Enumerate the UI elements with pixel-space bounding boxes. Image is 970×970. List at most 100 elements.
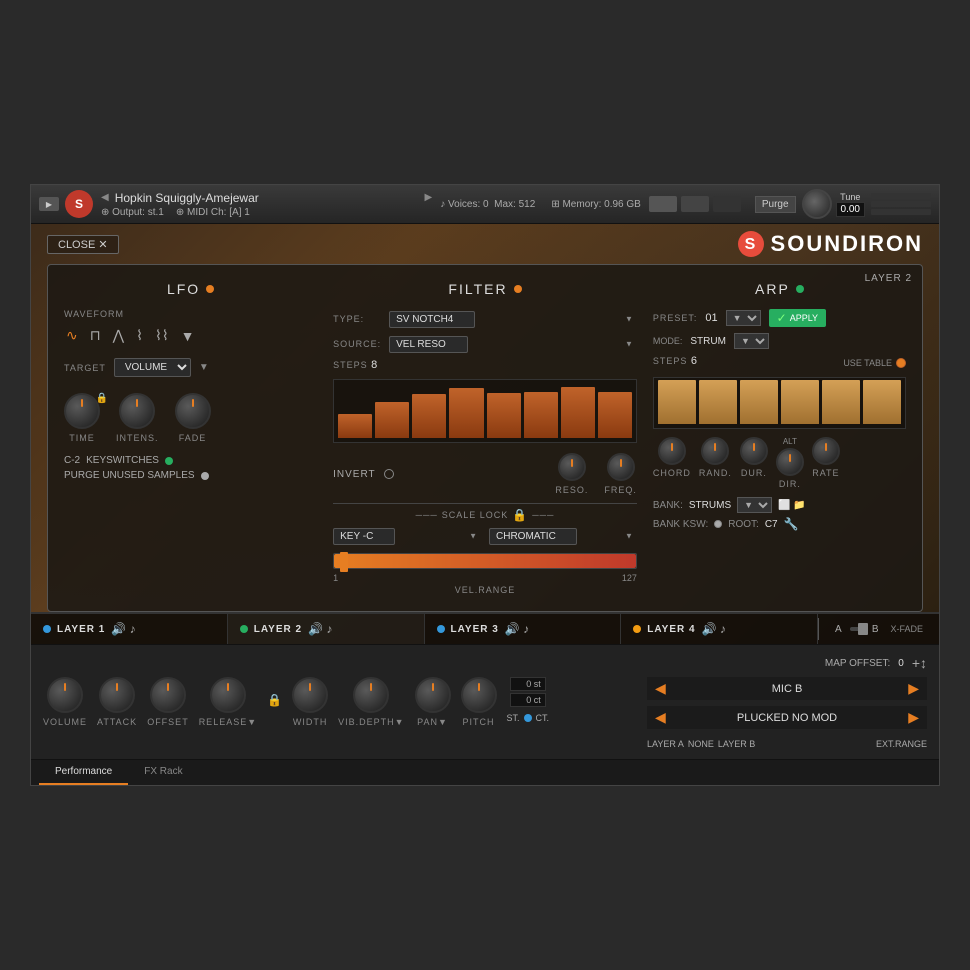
width-knob[interactable]	[292, 677, 328, 713]
preset-select[interactable]: ▼	[726, 310, 761, 326]
key-select[interactable]: KEY -C	[333, 528, 395, 545]
xfade-thumb[interactable]	[858, 623, 868, 635]
volume-knob[interactable]	[47, 677, 83, 713]
vel-range-bar	[333, 553, 637, 569]
more-wave-btn[interactable]: ▼	[179, 326, 197, 346]
arp-step-bar-2[interactable]	[740, 380, 778, 424]
filter-step-bar-4[interactable]	[487, 393, 521, 438]
rand-knob[interactable]	[701, 437, 729, 465]
volume-knob-container: VOLUME	[43, 677, 87, 727]
dur-knob[interactable]	[740, 437, 768, 465]
time-knob-container: 🔒 TIME	[64, 393, 100, 443]
root-label: ROOT:	[728, 519, 759, 530]
sawtooth-wave-btn[interactable]: ⌇	[134, 325, 145, 346]
arp-step-bar-0[interactable]	[658, 380, 696, 424]
pitch-indicators: 0 st 0 ct ST. CT.	[507, 677, 550, 723]
vel-range-thumb[interactable]	[340, 552, 348, 572]
rate-knob[interactable]	[812, 437, 840, 465]
top-bar: CLOSE ✕ S SOUNDIRON	[31, 224, 939, 264]
invert-btn[interactable]	[384, 469, 394, 479]
mode-value: STRUM	[690, 336, 726, 347]
plucked-next[interactable]: ▶	[908, 709, 919, 726]
dir-knob[interactable]	[776, 448, 804, 476]
pan-knob[interactable]	[415, 677, 451, 713]
filter-header: FILTER	[333, 281, 637, 297]
freq-knob[interactable]	[607, 453, 635, 481]
plucked-prev[interactable]: ◀	[655, 709, 666, 726]
offset-knob[interactable]	[150, 677, 186, 713]
release-knob[interactable]	[210, 677, 246, 713]
attack-knob[interactable]	[99, 677, 135, 713]
bottom-right-panel: MAP OFFSET: 0 +↕ ◀ MIC B ▶ ◀ PLUCKED NO …	[647, 655, 927, 749]
chromatic-select[interactable]: CHROMATIC	[489, 528, 577, 545]
fx-rack-tab[interactable]: FX Rack	[128, 760, 198, 785]
arp-step-bar-1[interactable]	[699, 380, 737, 424]
layer-select-row: LAYER A NONE LAYER B EXT.RANGE	[647, 739, 927, 749]
bank-select[interactable]: ▼	[737, 497, 772, 513]
filter-step-bar-7[interactable]	[598, 392, 632, 438]
vib-depth-knob-container: VIB.DEPTH▼	[338, 677, 404, 727]
waveform-label: WAVEFORM	[64, 309, 317, 319]
vib-depth-knob[interactable]	[353, 677, 389, 713]
fade-knob[interactable]	[175, 393, 211, 429]
sine-wave-btn[interactable]: ∿	[64, 325, 80, 346]
offset-knob-container: OFFSET	[147, 677, 189, 727]
vel-range-labels: 1 127	[333, 573, 637, 583]
root-value: C7	[765, 519, 778, 530]
keyswitch-led	[165, 457, 173, 465]
chord-knob[interactable]	[658, 437, 686, 465]
rate-knob-container: RATE	[812, 437, 840, 478]
pan-label: PAN▼	[417, 717, 448, 727]
random-wave-btn[interactable]: ⌇⌇	[153, 325, 171, 346]
filter-step-bar-3[interactable]	[449, 388, 483, 438]
arp-step-bar-3[interactable]	[781, 380, 819, 424]
alt-label: ALT	[783, 437, 797, 446]
arp-step-bar-5[interactable]	[863, 380, 901, 424]
soundiron-logo: S SOUNDIRON	[737, 230, 923, 258]
output-info: ⊕ Output: st.1	[101, 207, 164, 218]
release-knob-container: RELEASE▼	[199, 677, 257, 727]
scale-lock-icon: 🔒	[512, 508, 528, 522]
pitch-knob-container: PITCH	[461, 677, 497, 727]
filter-step-bar-1[interactable]	[375, 402, 409, 438]
mic-b-next[interactable]: ▶	[908, 680, 919, 697]
memory-info: ⊞ Memory: 0.96 GB	[551, 199, 641, 210]
add-icon[interactable]: +↕	[912, 655, 927, 671]
header-bar: ▶ S ◀ Hopkin Squiggly-Amejewar ▶ ⊕ Outpu…	[31, 185, 939, 224]
instrument-title: Hopkin Squiggly-Amejewar	[115, 191, 419, 205]
intens-knob[interactable]	[119, 393, 155, 429]
bottom-tabs: Performance FX Rack	[31, 759, 939, 785]
bank-ksw-led	[714, 520, 722, 528]
square-wave-btn[interactable]: ⊓	[88, 325, 103, 346]
source-select-wrapper: VEL RESO	[389, 334, 637, 353]
purge-button[interactable]: Purge	[755, 196, 796, 213]
rate-label: RATE	[812, 468, 839, 478]
reso-label: RESO.	[555, 485, 588, 495]
filter-step-bar-6[interactable]	[561, 387, 595, 438]
mode-select[interactable]: ▼	[734, 333, 769, 349]
target-select[interactable]: VOLUME	[114, 358, 191, 377]
tune-section: Tune 0.00	[836, 192, 865, 217]
performance-tab[interactable]: Performance	[39, 760, 128, 785]
filter-step-bar-5[interactable]	[524, 392, 558, 438]
lfo-section: LFO WAVEFORM ∿ ⊓ ⋀ ⌇ ⌇⌇ ▼ TARGET	[64, 281, 317, 595]
filter-step-bar-2[interactable]	[412, 394, 446, 438]
intens-knob-container: INTENS.	[116, 393, 159, 443]
map-offset-row: MAP OFFSET: 0	[825, 658, 904, 669]
filter-step-bar-0[interactable]	[338, 414, 372, 438]
mic-b-prev[interactable]: ◀	[655, 680, 666, 697]
apply-button[interactable]: ✓ APPLY	[769, 309, 826, 327]
pitch-knob[interactable]	[461, 677, 497, 713]
reso-knob[interactable]	[558, 453, 586, 481]
source-select[interactable]: VEL RESO	[389, 336, 468, 353]
preset-value: 01	[705, 312, 717, 324]
triangle-wave-btn[interactable]: ⋀	[111, 325, 126, 346]
target-label: TARGET	[64, 363, 106, 373]
close-button[interactable]: CLOSE ✕	[47, 235, 119, 254]
arp-step-bar-4[interactable]	[822, 380, 860, 424]
use-table-led[interactable]	[896, 358, 906, 368]
attack-label: ATTACK	[97, 717, 137, 727]
type-select[interactable]: SV NOTCH4	[389, 311, 475, 328]
vib-depth-label: VIB.DEPTH▼	[338, 717, 404, 727]
xfade-slider[interactable]	[850, 627, 864, 631]
